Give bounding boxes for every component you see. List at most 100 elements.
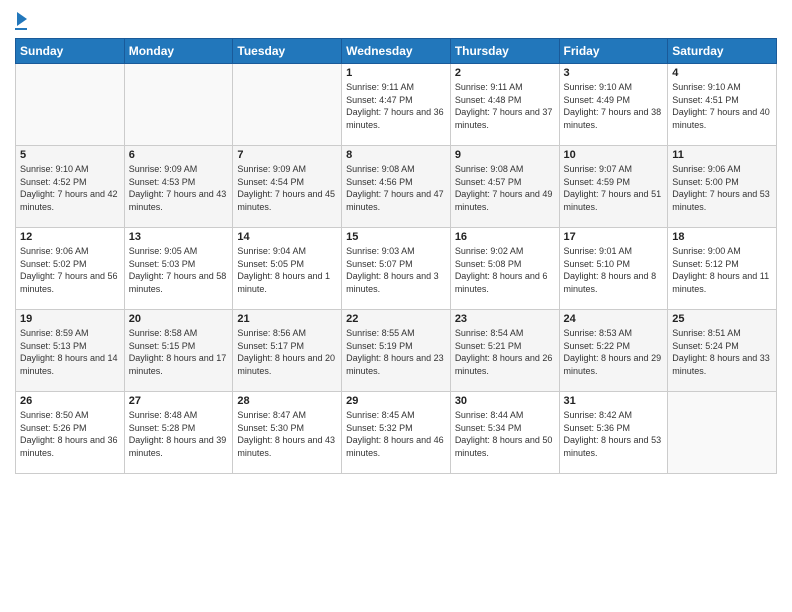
day-number: 11 — [672, 149, 772, 161]
day-number: 17 — [564, 231, 664, 243]
day-info: Sunrise: 8:54 AM Sunset: 5:21 PM Dayligh… — [455, 327, 555, 377]
day-info: Sunrise: 9:00 AM Sunset: 5:12 PM Dayligh… — [672, 245, 772, 295]
day-number: 1 — [346, 67, 446, 79]
weekday-header-row: SundayMondayTuesdayWednesdayThursdayFrid… — [16, 39, 777, 64]
calendar-cell: 2 Sunrise: 9:11 AM Sunset: 4:48 PM Daylig… — [450, 64, 559, 146]
day-info: Sunrise: 9:06 AM Sunset: 5:02 PM Dayligh… — [20, 245, 120, 295]
day-info: Sunrise: 8:58 AM Sunset: 5:15 PM Dayligh… — [129, 327, 229, 377]
weekday-header-saturday: Saturday — [668, 39, 777, 64]
day-number: 19 — [20, 313, 120, 325]
calendar-cell: 20 Sunrise: 8:58 AM Sunset: 5:15 PM Dayli… — [124, 310, 233, 392]
calendar-cell: 17 Sunrise: 9:01 AM Sunset: 5:10 PM Dayli… — [559, 228, 668, 310]
calendar-cell: 14Sunrise: 9:04 AM Sunset: 5:05 PM Dayli… — [233, 228, 342, 310]
day-info: Sunrise: 9:10 AM Sunset: 4:49 PM Dayligh… — [564, 81, 664, 131]
day-info: Sunrise: 9:06 AM Sunset: 5:00 PM Dayligh… — [672, 163, 772, 213]
calendar-week-3: 19 Sunrise: 8:59 AM Sunset: 5:13 PM Dayli… — [16, 310, 777, 392]
calendar-cell: 3 Sunrise: 9:10 AM Sunset: 4:49 PM Daylig… — [559, 64, 668, 146]
day-number: 2 — [455, 67, 555, 79]
calendar-cell: 23 Sunrise: 8:54 AM Sunset: 5:21 PM Dayli… — [450, 310, 559, 392]
day-info: Sunrise: 9:05 AM Sunset: 5:03 PM Dayligh… — [129, 245, 229, 295]
calendar-week-1: 5Sunrise: 9:10 AM Sunset: 4:52 PM Daylig… — [16, 146, 777, 228]
day-info: Sunrise: 8:44 AM Sunset: 5:34 PM Dayligh… — [455, 409, 555, 459]
calendar-cell — [124, 64, 233, 146]
calendar-cell: 31Sunrise: 8:42 AM Sunset: 5:36 PM Dayli… — [559, 392, 668, 474]
calendar-cell — [16, 64, 125, 146]
calendar-cell: 10Sunrise: 9:07 AM Sunset: 4:59 PM Dayli… — [559, 146, 668, 228]
day-info: Sunrise: 8:55 AM Sunset: 5:19 PM Dayligh… — [346, 327, 446, 377]
calendar-cell: 30 Sunrise: 8:44 AM Sunset: 5:34 PM Dayli… — [450, 392, 559, 474]
logo — [15, 14, 27, 30]
day-info: Sunrise: 9:09 AM Sunset: 4:54 PM Dayligh… — [237, 163, 337, 213]
day-number: 30 — [455, 395, 555, 407]
day-number: 22 — [346, 313, 446, 325]
page: SundayMondayTuesdayWednesdayThursdayFrid… — [0, 0, 792, 612]
day-info: Sunrise: 9:08 AM Sunset: 4:56 PM Dayligh… — [346, 163, 446, 213]
day-number: 4 — [672, 67, 772, 79]
calendar-cell: 18 Sunrise: 9:00 AM Sunset: 5:12 PM Dayli… — [668, 228, 777, 310]
day-number: 7 — [237, 149, 337, 161]
calendar-cell: 5Sunrise: 9:10 AM Sunset: 4:52 PM Daylig… — [16, 146, 125, 228]
day-number: 23 — [455, 313, 555, 325]
calendar-cell: 15Sunrise: 9:03 AM Sunset: 5:07 PM Dayli… — [342, 228, 451, 310]
day-number: 29 — [346, 395, 446, 407]
day-info: Sunrise: 8:48 AM Sunset: 5:28 PM Dayligh… — [129, 409, 229, 459]
logo-triangle-icon — [17, 12, 27, 26]
day-number: 9 — [455, 149, 555, 161]
day-number: 8 — [346, 149, 446, 161]
calendar-cell: 11 Sunrise: 9:06 AM Sunset: 5:00 PM Dayli… — [668, 146, 777, 228]
calendar-week-2: 12 Sunrise: 9:06 AM Sunset: 5:02 PM Dayli… — [16, 228, 777, 310]
day-number: 3 — [564, 67, 664, 79]
day-number: 21 — [237, 313, 337, 325]
day-number: 24 — [564, 313, 664, 325]
day-info: Sunrise: 9:10 AM Sunset: 4:52 PM Dayligh… — [20, 163, 120, 213]
day-info: Sunrise: 9:04 AM Sunset: 5:05 PM Dayligh… — [237, 245, 337, 295]
calendar-cell: 7 Sunrise: 9:09 AM Sunset: 4:54 PM Daylig… — [233, 146, 342, 228]
day-number: 26 — [20, 395, 120, 407]
day-number: 31 — [564, 395, 664, 407]
day-number: 20 — [129, 313, 229, 325]
calendar-cell: 8 Sunrise: 9:08 AM Sunset: 4:56 PM Daylig… — [342, 146, 451, 228]
weekday-header-monday: Monday — [124, 39, 233, 64]
calendar-cell: 16Sunrise: 9:02 AM Sunset: 5:08 PM Dayli… — [450, 228, 559, 310]
weekday-header-sunday: Sunday — [16, 39, 125, 64]
day-number: 16 — [455, 231, 555, 243]
calendar-cell: 6 Sunrise: 9:09 AM Sunset: 4:53 PM Daylig… — [124, 146, 233, 228]
day-number: 27 — [129, 395, 229, 407]
day-info: Sunrise: 8:50 AM Sunset: 5:26 PM Dayligh… — [20, 409, 120, 459]
day-number: 18 — [672, 231, 772, 243]
calendar-cell: 27 Sunrise: 8:48 AM Sunset: 5:28 PM Dayli… — [124, 392, 233, 474]
calendar-cell: 24 Sunrise: 8:53 AM Sunset: 5:22 PM Dayli… — [559, 310, 668, 392]
calendar-cell: 1 Sunrise: 9:11 AM Sunset: 4:47 PM Daylig… — [342, 64, 451, 146]
day-info: Sunrise: 8:53 AM Sunset: 5:22 PM Dayligh… — [564, 327, 664, 377]
logo-underline — [15, 28, 27, 30]
day-info: Sunrise: 8:51 AM Sunset: 5:24 PM Dayligh… — [672, 327, 772, 377]
day-info: Sunrise: 9:10 AM Sunset: 4:51 PM Dayligh… — [672, 81, 772, 131]
weekday-header-tuesday: Tuesday — [233, 39, 342, 64]
day-number: 12 — [20, 231, 120, 243]
day-info: Sunrise: 9:11 AM Sunset: 4:48 PM Dayligh… — [455, 81, 555, 131]
calendar-cell: 9Sunrise: 9:08 AM Sunset: 4:57 PM Daylig… — [450, 146, 559, 228]
calendar-cell: 25Sunrise: 8:51 AM Sunset: 5:24 PM Dayli… — [668, 310, 777, 392]
day-number: 6 — [129, 149, 229, 161]
day-number: 10 — [564, 149, 664, 161]
calendar-cell: 29Sunrise: 8:45 AM Sunset: 5:32 PM Dayli… — [342, 392, 451, 474]
calendar-cell: 28Sunrise: 8:47 AM Sunset: 5:30 PM Dayli… — [233, 392, 342, 474]
calendar-cell: 4 Sunrise: 9:10 AM Sunset: 4:51 PM Daylig… — [668, 64, 777, 146]
day-info: Sunrise: 9:11 AM Sunset: 4:47 PM Dayligh… — [346, 81, 446, 131]
calendar-cell — [668, 392, 777, 474]
calendar-cell: 12 Sunrise: 9:06 AM Sunset: 5:02 PM Dayli… — [16, 228, 125, 310]
weekday-header-wednesday: Wednesday — [342, 39, 451, 64]
calendar-cell: 13Sunrise: 9:05 AM Sunset: 5:03 PM Dayli… — [124, 228, 233, 310]
calendar-body: 1 Sunrise: 9:11 AM Sunset: 4:47 PM Daylig… — [16, 64, 777, 474]
day-info: Sunrise: 8:56 AM Sunset: 5:17 PM Dayligh… — [237, 327, 337, 377]
header — [15, 10, 777, 30]
day-info: Sunrise: 8:47 AM Sunset: 5:30 PM Dayligh… — [237, 409, 337, 459]
calendar-week-0: 1 Sunrise: 9:11 AM Sunset: 4:47 PM Daylig… — [16, 64, 777, 146]
day-info: Sunrise: 8:59 AM Sunset: 5:13 PM Dayligh… — [20, 327, 120, 377]
day-info: Sunrise: 9:01 AM Sunset: 5:10 PM Dayligh… — [564, 245, 664, 295]
weekday-header-friday: Friday — [559, 39, 668, 64]
calendar-cell: 21 Sunrise: 8:56 AM Sunset: 5:17 PM Dayli… — [233, 310, 342, 392]
calendar-cell: 26 Sunrise: 8:50 AM Sunset: 5:26 PM Dayli… — [16, 392, 125, 474]
logo-blue-part — [15, 14, 27, 26]
day-info: Sunrise: 9:09 AM Sunset: 4:53 PM Dayligh… — [129, 163, 229, 213]
